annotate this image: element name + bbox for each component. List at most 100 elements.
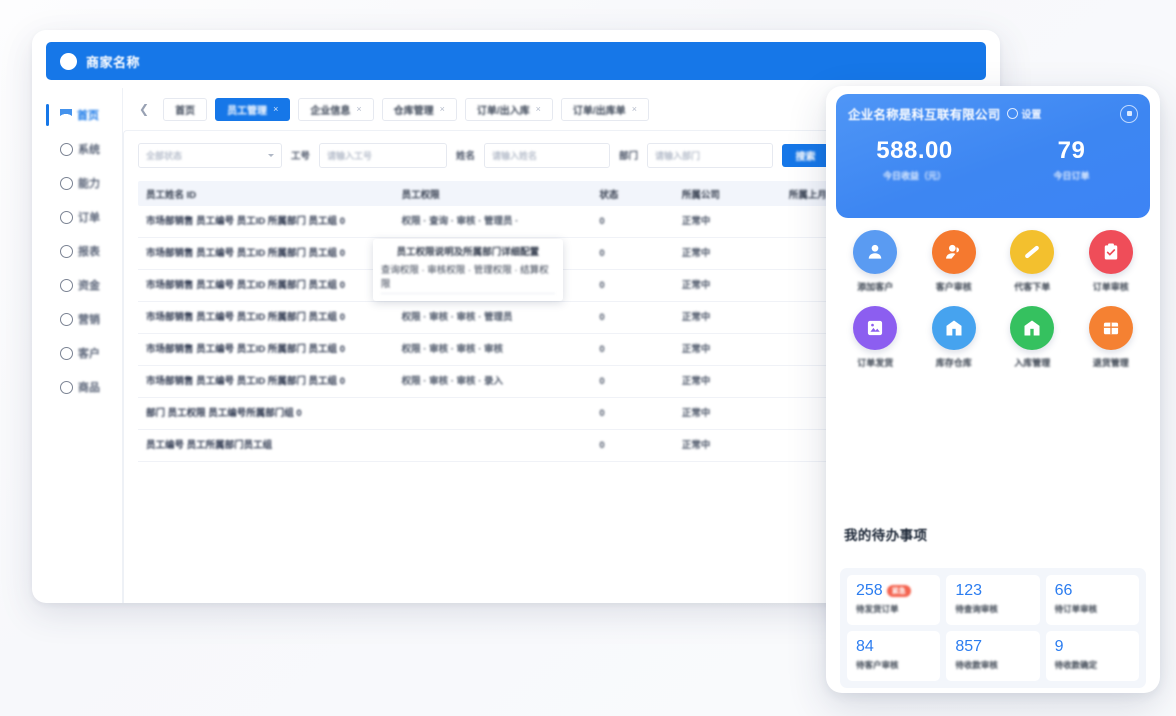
quick-action-3[interactable]: 订单审核 (1072, 230, 1151, 293)
employee-id-input[interactable]: 请输入工号 (319, 143, 447, 168)
todo-number: 857 (955, 638, 1039, 656)
sidebar-item-1[interactable]: 系统 (46, 132, 122, 166)
todo-item-2[interactable]: 66待订单审核 (1046, 575, 1139, 625)
sidebar-item-8[interactable]: 商品 (46, 370, 122, 404)
quick-action-4[interactable]: 订单发货 (836, 306, 915, 369)
employee-id-placeholder: 请输入工号 (327, 149, 372, 162)
quick-action-6[interactable]: 入库管理 (993, 306, 1072, 369)
close-icon[interactable]: × (273, 104, 278, 114)
cell-2: 0 (599, 243, 604, 264)
quick-action-0[interactable]: 添加客户 (836, 230, 915, 293)
todo-value: 258 (856, 582, 883, 600)
user-add-icon (853, 230, 897, 274)
sidebar-item-2[interactable]: 能力 (46, 166, 122, 200)
mobile-stats: 588.00今日收益（元）79今日订单 (836, 137, 1150, 182)
sidebar-item-4[interactable]: 报表 (46, 234, 122, 268)
todo-value: 9 (1055, 638, 1064, 656)
tab-1[interactable]: 员工管理 × (215, 98, 290, 121)
todo-label: 待订单审核 (1055, 603, 1139, 615)
quick-action-7[interactable]: 退货管理 (1072, 306, 1151, 369)
tab-2[interactable]: 企业信息× (298, 98, 373, 121)
quick-action-label: 订单发货 (836, 356, 915, 369)
tab-4[interactable]: 订单/出入库 × (465, 98, 553, 121)
todo-item-0[interactable]: 258 紧急待发货订单 (847, 575, 940, 625)
todo-number: 123 (955, 582, 1039, 600)
todo-item-4[interactable]: 857待收款审核 (946, 631, 1039, 681)
cell-0: 市场部销售 员工编号 员工ID 所属部门 员工组 0 (146, 371, 345, 392)
sidebar-item-3[interactable]: 订单 (46, 200, 122, 234)
house-in-icon (1010, 306, 1054, 350)
sidebar-item-label: 商品 (78, 379, 100, 395)
tab-5[interactable]: 订单/出库单 × (561, 98, 649, 121)
home-icon (60, 109, 72, 121)
close-icon[interactable]: × (536, 104, 541, 114)
tab-label: 订单/出入库 (477, 102, 530, 117)
cell-0: 市场部销售 员工编号 员工ID 所属部门 员工组 0 (146, 211, 345, 232)
department-input[interactable]: 请输入部门 (647, 143, 773, 168)
pencil-icon (1010, 230, 1054, 274)
search-button[interactable]: 搜索 (782, 144, 829, 167)
circle-icon (60, 279, 73, 292)
cell-1: 权限 · 审核 · 审核 · 录入 (402, 371, 503, 392)
status-select-value: 全部状态 (146, 149, 182, 162)
tab-label: 订单/出库单 (573, 102, 626, 117)
quick-action-1[interactable]: 客户审核 (915, 230, 994, 293)
sidebar-item-label: 资金 (78, 277, 100, 293)
sidebar-item-0[interactable]: 首页 (46, 98, 122, 132)
close-icon[interactable]: × (440, 104, 445, 114)
cell-2: 0 (599, 435, 604, 456)
todo-badge: 紧急 (887, 585, 911, 597)
quick-action-5[interactable]: 库存仓库 (915, 306, 994, 369)
quick-action-2[interactable]: 代客下单 (993, 230, 1072, 293)
sidebar: 首页系统能力订单报表资金营销客户商品 (46, 88, 123, 603)
cell-2: 0 (599, 275, 604, 296)
table-header-3: 所属公司 (682, 187, 789, 201)
hero-stat-caption: 今日订单 (993, 169, 1150, 182)
chevron-left-icon[interactable]: ❮ (133, 102, 155, 116)
cell-2: 0 (599, 307, 604, 328)
tab-3[interactable]: 仓库管理× (382, 98, 457, 121)
settings-label: 设置 (1021, 106, 1041, 121)
company-name: 企业名称是科互联有限公司 (848, 104, 1000, 123)
cell-3: 正常中 (682, 275, 711, 296)
cell-3: 正常中 (682, 371, 711, 392)
user-check-icon (932, 230, 976, 274)
mobile-dashboard-card: 企业名称是科互联有限公司 设置 588.00今日收益（元）79今日订单 添加客户… (826, 86, 1160, 693)
sidebar-item-label: 首页 (77, 107, 99, 123)
package-icon (1089, 306, 1133, 350)
share-icon[interactable] (1120, 105, 1138, 123)
circle-icon (60, 245, 73, 258)
circle-logo-icon (60, 53, 77, 70)
sidebar-item-label: 报表 (78, 243, 100, 259)
cell-1: 权限 · 审核 · 审核 · 审核 (402, 339, 503, 360)
todo-label: 待收款确定 (1055, 659, 1139, 671)
hero-stat-1: 79今日订单 (993, 137, 1150, 182)
todo-value: 123 (955, 582, 982, 600)
hero-stat-0: 588.00今日收益（元） (836, 137, 993, 182)
todo-label: 待发货订单 (856, 603, 940, 615)
mobile-hero: 企业名称是科互联有限公司 设置 588.00今日收益（元）79今日订单 (836, 94, 1150, 218)
status-select[interactable]: 全部状态 (138, 143, 282, 168)
todo-item-5[interactable]: 9 待收款确定 (1046, 631, 1139, 681)
cell-2: 0 (599, 371, 604, 392)
cell-2: 0 (599, 339, 604, 360)
employee-name-input[interactable]: 请输入姓名 (484, 143, 610, 168)
close-icon[interactable]: × (356, 104, 361, 114)
todo-item-3[interactable]: 84待客户审核 (847, 631, 940, 681)
todo-label: 待客户审核 (856, 659, 940, 671)
sidebar-item-5[interactable]: 资金 (46, 268, 122, 302)
tab-0[interactable]: 首页 (163, 98, 207, 121)
image-box-icon (853, 306, 897, 350)
sidebar-item-7[interactable]: 客户 (46, 336, 122, 370)
chevron-down-icon (268, 154, 274, 157)
sidebar-item-6[interactable]: 营销 (46, 302, 122, 336)
cell-2: 0 (599, 403, 604, 424)
close-icon[interactable]: × (632, 104, 637, 114)
todo-item-1[interactable]: 123待查询审核 (946, 575, 1039, 625)
settings-button[interactable]: 设置 (1007, 106, 1041, 121)
mobile-hero-header: 企业名称是科互联有限公司 设置 (836, 94, 1150, 123)
tab-label: 员工管理 (227, 102, 267, 117)
filter-label-1: 工号 (291, 148, 310, 162)
cell-0: 市场部销售 员工编号 员工ID 所属部门 员工组 0 (146, 307, 345, 328)
cell-3: 正常中 (682, 211, 711, 232)
